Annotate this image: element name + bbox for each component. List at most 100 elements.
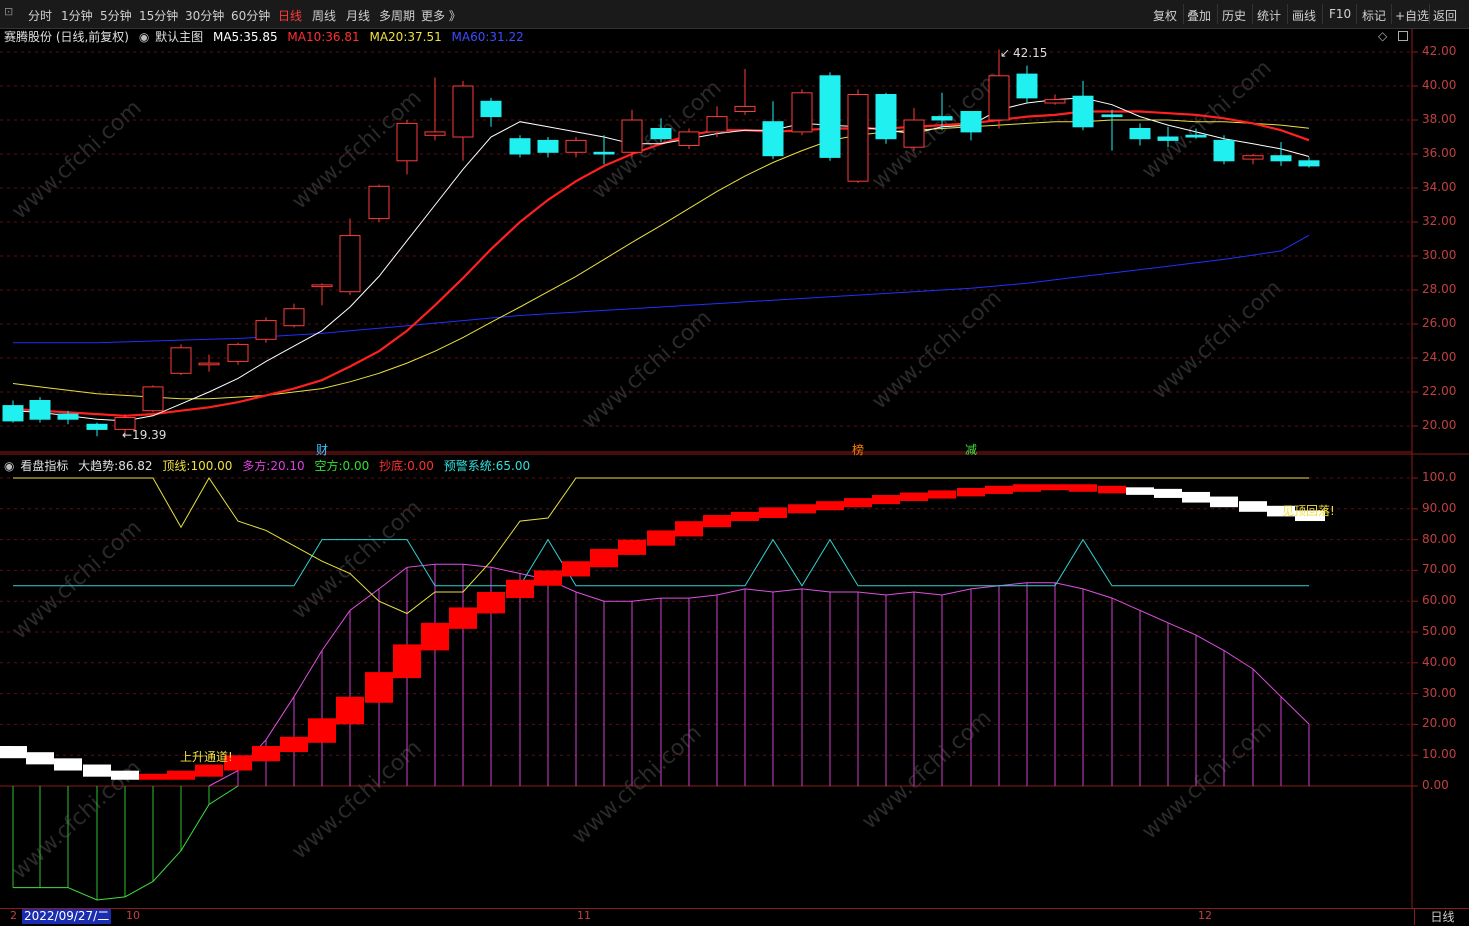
event-marker-rank[interactable]: 榜: [852, 441, 864, 458]
indicator-tick-label: 50.00: [1422, 624, 1457, 638]
tab-fenshi[interactable]: 分时: [28, 7, 52, 24]
candle-body: [283, 308, 305, 327]
month-tick-dec: 12: [1198, 909, 1212, 922]
trend-block-up: [816, 501, 844, 511]
trend-block-down: [1210, 496, 1238, 508]
tab-daily[interactable]: 日线: [278, 7, 302, 24]
candle-body: [1072, 95, 1094, 128]
watermark-text: www.cfchi.com: [1147, 276, 1286, 405]
f10-button[interactable]: F10: [1329, 7, 1351, 21]
collapse-icon[interactable]: ⊡: [4, 5, 13, 18]
candle-body: [311, 284, 333, 288]
candle-body: [1213, 139, 1235, 162]
candle-body: [734, 105, 756, 113]
trend-block-up: [421, 622, 449, 651]
tab-60min[interactable]: 60分钟: [231, 7, 270, 24]
trend-block-up: [506, 579, 534, 599]
tab-15min[interactable]: 15分钟: [139, 7, 178, 24]
candle-up: [1242, 154, 1264, 165]
candle-body: [931, 116, 953, 121]
trend-block-down: [83, 764, 111, 777]
indicator-tick-label: 10.00: [1422, 747, 1457, 762]
price-tick-label: 42.00: [1422, 44, 1457, 58]
indicator-tick-label: 60.00: [1422, 593, 1457, 608]
annotation-uptrend: 上升通道!: [180, 750, 233, 764]
watermark-text: www.cfchi.com: [867, 286, 1006, 415]
trend-block-up: [1013, 484, 1041, 492]
candle-body: [29, 400, 51, 420]
indicator-series: [0, 477, 1325, 901]
stats-button[interactable]: 统计: [1257, 7, 1281, 24]
tab-multi-period[interactable]: 多周期: [379, 7, 415, 24]
back-button[interactable]: 返回: [1433, 7, 1457, 24]
trend-block-up: [562, 561, 590, 577]
candle-body: [960, 111, 982, 133]
candle-up: [227, 342, 249, 365]
candle-body: [1101, 114, 1123, 118]
candle-body: [537, 139, 559, 153]
candle-body: [142, 386, 164, 412]
tab-5min[interactable]: 5分钟: [100, 7, 132, 24]
candle-down: [762, 101, 784, 160]
fuquan-button[interactable]: 复权: [1153, 7, 1177, 24]
candle-body: [452, 85, 474, 138]
trend-block-up: [1098, 485, 1126, 494]
history-button[interactable]: 历史: [1222, 7, 1246, 24]
candle-body: [650, 128, 672, 140]
candle-body: [198, 362, 220, 366]
date-axis: [0, 908, 1469, 926]
trend-block-up: [336, 696, 364, 725]
event-marker-finance[interactable]: 财: [316, 441, 328, 458]
candle-body: [368, 185, 390, 220]
candle-up: [396, 120, 418, 175]
price-tick-label: 24.00: [1422, 350, 1457, 364]
indicator-tick-label: 30.00: [1422, 685, 1457, 700]
candle-body: [1129, 128, 1151, 140]
period-indicator-button[interactable]: 日线: [1414, 909, 1469, 925]
trend-block-down: [1126, 487, 1154, 495]
indicator-tick-label: 0.00: [1422, 778, 1449, 792]
candle-body: [396, 122, 418, 162]
candle-body: [875, 94, 897, 140]
candle-body: [621, 119, 643, 153]
candle-body: [1242, 155, 1264, 160]
tab-30min[interactable]: 30分钟: [185, 7, 224, 24]
mark-button[interactable]: 标记: [1362, 7, 1386, 24]
high-price-marker: 42.15: [1013, 46, 1048, 60]
tab-more[interactable]: 更多 》: [421, 7, 461, 24]
candle-down: [1101, 109, 1123, 151]
overlay-button[interactable]: 叠加: [1187, 7, 1211, 24]
candle-body: [480, 100, 502, 118]
candle-body: [706, 116, 728, 133]
tab-weekly[interactable]: 周线: [312, 7, 336, 24]
candle-up: [142, 385, 164, 413]
trend-block-up: [167, 770, 195, 780]
trend-block-up: [900, 492, 928, 502]
trend-block-up: [280, 736, 308, 753]
trend-block-down: [1154, 488, 1182, 498]
tab-monthly[interactable]: 月线: [346, 7, 370, 24]
draw-button[interactable]: 画线: [1292, 7, 1316, 24]
trend-block-up: [731, 511, 759, 522]
candle-body: [847, 94, 869, 182]
trend-block-down: [26, 752, 54, 765]
candle-down: [819, 72, 841, 161]
price-tick-label: 20.00: [1422, 418, 1457, 432]
indicator-tick-label: 100.0: [1422, 470, 1457, 484]
candle-body: [2, 405, 24, 422]
indicator-tick-label: 40.00: [1422, 654, 1457, 669]
trend-block-up: [252, 746, 280, 762]
chart-canvas[interactable]: www.cfchi.com www.cfchi.com www.cfchi.com w…: [0, 28, 1469, 908]
add-watchlist-button[interactable]: +自选: [1395, 7, 1429, 24]
price-tick-label: 32.00: [1422, 214, 1457, 228]
trend-block-up: [534, 570, 562, 586]
tab-1min[interactable]: 1分钟: [61, 7, 93, 24]
watermark-text: www.cfchi.com: [567, 721, 706, 850]
event-marker-reduce[interactable]: 减: [965, 441, 977, 458]
watermark-text: www.cfchi.com: [577, 306, 716, 435]
price-tick-label: 26.00: [1422, 316, 1457, 330]
trend-block-down: [0, 746, 27, 759]
trend-block-up: [139, 773, 167, 780]
candlestick-series: [2, 49, 1320, 437]
annotation-top-fall: 见顶回落!: [1282, 504, 1335, 518]
